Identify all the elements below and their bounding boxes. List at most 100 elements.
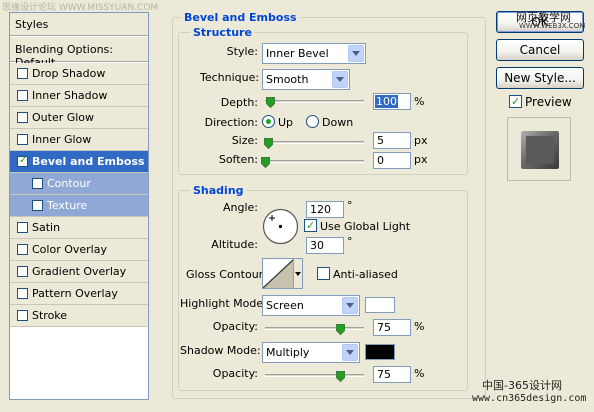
style-item-pattern-overlay[interactable]: Pattern Overlay bbox=[10, 283, 148, 305]
technique-label: Technique: bbox=[200, 71, 260, 84]
highlight-mode-select[interactable]: Screen bbox=[262, 295, 360, 316]
direction-down-radio[interactable] bbox=[306, 115, 319, 128]
shadow-opacity-slider-track[interactable] bbox=[265, 374, 364, 377]
style-item-label: Texture bbox=[47, 199, 88, 212]
shadow-opacity-slider-thumb[interactable] bbox=[336, 371, 345, 382]
stroke-checkbox[interactable] bbox=[17, 310, 28, 321]
style-item-label: Inner Shadow bbox=[32, 89, 108, 102]
inner-shadow-checkbox[interactable] bbox=[17, 90, 28, 101]
drop-shadow-checkbox[interactable] bbox=[17, 68, 28, 79]
style-item-label: Bevel and Emboss bbox=[32, 155, 145, 168]
size-label: Size: bbox=[231, 134, 258, 147]
shadow-opacity-label: Opacity: bbox=[212, 367, 258, 380]
shadow-color-swatch[interactable] bbox=[365, 344, 395, 360]
style-item-outer-glow[interactable]: Outer Glow bbox=[10, 107, 148, 129]
highlight-opacity-slider-thumb[interactable] bbox=[336, 324, 345, 335]
chevron-down-icon[interactable] bbox=[348, 45, 364, 62]
contour-checkbox[interactable] bbox=[32, 178, 43, 189]
shadow-opacity-input[interactable]: 75 bbox=[373, 366, 411, 383]
direction-down-label: Down bbox=[322, 116, 354, 129]
style-item-inner-shadow[interactable]: Inner Shadow bbox=[10, 85, 148, 107]
outer-glow-checkbox[interactable] bbox=[17, 112, 28, 123]
altitude-input-value: 30 bbox=[310, 239, 324, 252]
style-select-value: Inner Bevel bbox=[266, 47, 329, 60]
technique-select[interactable]: Smooth bbox=[262, 69, 350, 90]
chevron-down-icon[interactable] bbox=[332, 71, 348, 88]
style-item-stroke[interactable]: Stroke bbox=[10, 305, 148, 327]
style-item-label: Drop Shadow bbox=[32, 67, 106, 80]
bevel-emboss-title: Bevel and Emboss bbox=[181, 11, 300, 24]
gradient-overlay-checkbox[interactable] bbox=[17, 266, 28, 277]
soften-input[interactable]: 0 bbox=[373, 152, 411, 169]
technique-select-value: Smooth bbox=[266, 73, 309, 86]
shadow-opacity-value: 75 bbox=[377, 368, 391, 381]
checkmark-icon: ✓ bbox=[19, 155, 28, 166]
style-label: Style: bbox=[226, 45, 258, 58]
angle-label: Angle: bbox=[222, 201, 258, 214]
color-overlay-checkbox[interactable] bbox=[17, 244, 28, 255]
style-item-satin[interactable]: Satin bbox=[10, 217, 148, 239]
style-item-label: Gradient Overlay bbox=[32, 265, 127, 278]
depth-slider-thumb[interactable] bbox=[265, 97, 275, 108]
highlight-opacity-input[interactable]: 75 bbox=[373, 319, 411, 336]
style-item-inner-glow[interactable]: Inner Glow bbox=[10, 129, 148, 151]
depth-input[interactable]: 100 bbox=[373, 93, 411, 110]
style-item-texture[interactable]: Texture bbox=[10, 195, 148, 217]
contour-preview-icon bbox=[263, 259, 294, 288]
style-item-drop-shadow[interactable]: Drop Shadow bbox=[10, 63, 148, 85]
texture-checkbox[interactable] bbox=[32, 200, 43, 211]
size-input[interactable]: 5 bbox=[373, 132, 411, 149]
cancel-button[interactable]: Cancel bbox=[496, 39, 584, 61]
shadow-mode-label: Shadow Mode: bbox=[180, 344, 261, 357]
depth-slider-track[interactable] bbox=[265, 100, 364, 103]
preview-swatch bbox=[521, 131, 559, 169]
size-input-value: 5 bbox=[377, 134, 384, 147]
highlight-opacity-slider-track[interactable] bbox=[265, 327, 364, 330]
highlight-mode-label: Highlight Mode: bbox=[180, 297, 267, 310]
angle-unit: ° bbox=[347, 199, 353, 212]
soften-slider-track[interactable] bbox=[265, 160, 364, 163]
direction-label: Direction: bbox=[204, 116, 258, 129]
inner-glow-checkbox[interactable] bbox=[17, 134, 28, 145]
style-item-label: Contour bbox=[47, 177, 91, 190]
angle-input-value: 120 bbox=[310, 203, 331, 216]
style-item-bevel-and-emboss[interactable]: ✓ Bevel and Emboss bbox=[10, 151, 148, 173]
chevron-down-icon[interactable] bbox=[342, 344, 358, 361]
altitude-input[interactable]: 30 bbox=[306, 237, 344, 254]
styles-header[interactable]: Styles bbox=[10, 13, 148, 36]
altitude-unit: ° bbox=[347, 235, 353, 248]
watermark-bottom-right-2: www.cn365design.com bbox=[472, 393, 587, 404]
satin-checkbox[interactable] bbox=[17, 222, 28, 233]
shadow-mode-select[interactable]: Multiply bbox=[262, 342, 360, 363]
size-slider-thumb[interactable] bbox=[264, 138, 273, 149]
checkmark-icon: ✓ bbox=[511, 95, 521, 108]
preview-checkbox[interactable]: ✓ bbox=[509, 95, 522, 108]
preview-label: Preview bbox=[525, 95, 572, 109]
structure-title: Structure bbox=[190, 26, 255, 39]
size-slider-track[interactable] bbox=[265, 141, 364, 144]
style-item-color-overlay[interactable]: Color Overlay bbox=[10, 239, 148, 261]
chevron-down-icon[interactable] bbox=[342, 297, 358, 314]
soften-slider-thumb[interactable] bbox=[261, 157, 270, 168]
use-global-light-checkbox[interactable]: ✓ bbox=[304, 219, 317, 232]
angle-dial[interactable] bbox=[262, 208, 299, 245]
chevron-down-icon[interactable] bbox=[293, 259, 302, 288]
style-item-gradient-overlay[interactable]: Gradient Overlay bbox=[10, 261, 148, 283]
new-style-button[interactable]: New Style... bbox=[496, 67, 584, 89]
anti-aliased-checkbox[interactable] bbox=[317, 267, 330, 280]
gloss-contour-picker[interactable] bbox=[262, 258, 303, 289]
depth-input-value: 100 bbox=[375, 95, 398, 108]
pattern-overlay-checkbox[interactable] bbox=[17, 288, 28, 299]
highlight-opacity-unit: % bbox=[414, 320, 425, 333]
bevel-and-emboss-checkbox[interactable]: ✓ bbox=[17, 155, 28, 167]
angle-input[interactable]: 120 bbox=[306, 201, 344, 218]
direction-up-radio[interactable] bbox=[262, 115, 275, 128]
shadow-opacity-unit: % bbox=[414, 367, 425, 380]
watermark-bottom-right-1: 中国-365设计网 bbox=[482, 379, 562, 392]
size-unit: px bbox=[414, 134, 428, 147]
style-item-contour[interactable]: Contour bbox=[10, 173, 148, 195]
blending-options-item[interactable]: Blending Options: Default bbox=[10, 37, 148, 69]
highlight-color-swatch[interactable] bbox=[365, 297, 395, 313]
style-select[interactable]: Inner Bevel bbox=[262, 43, 366, 64]
direction-up-label: Up bbox=[278, 116, 294, 129]
